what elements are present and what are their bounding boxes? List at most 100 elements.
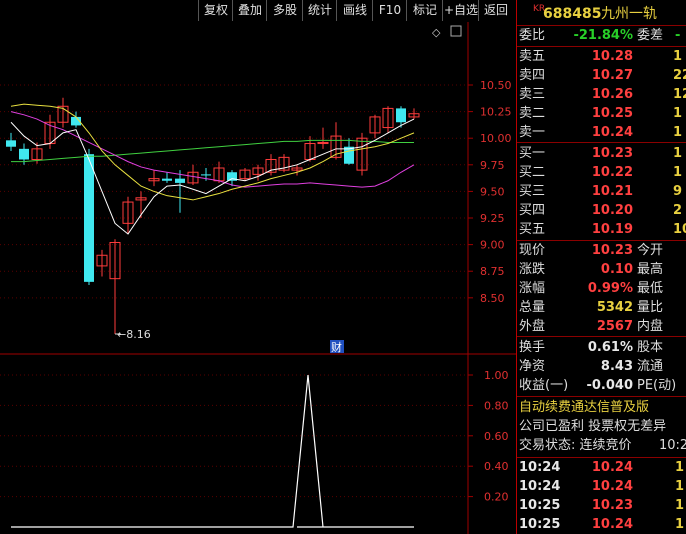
order-ratio-row: 委比 -21.84% 委差 - — [517, 27, 686, 45]
quote-label-2: 最低 — [637, 281, 664, 296]
level-label: 买三 — [519, 184, 546, 199]
toolbar-button-2[interactable]: 多股 — [266, 0, 303, 21]
quote-value: 10.23 — [591, 243, 633, 258]
sub-y-tick-label: 1.00 — [484, 369, 509, 382]
ask-row[interactable]: 卖一 10.24 1 — [517, 124, 686, 142]
level-volume: 22 — [673, 68, 686, 83]
level-price: 10.24 — [591, 125, 633, 140]
finance-label: 净资 — [519, 359, 546, 374]
finance-row: 收益(一) -0.040 PE(动) — [517, 377, 686, 395]
ask-row[interactable]: 卖三 10.26 12 — [517, 86, 686, 104]
tick-price: 10.23 — [591, 498, 633, 513]
tick-price: 10.24 — [591, 460, 633, 475]
ask-row[interactable]: 卖五 10.28 1 — [517, 48, 686, 66]
level-price: 10.23 — [591, 146, 633, 161]
quote-value: 5342 — [596, 300, 633, 315]
candle-body — [19, 148, 29, 160]
level-price: 10.21 — [591, 184, 633, 199]
level-label: 买一 — [519, 146, 546, 161]
level-volume: 1 — [673, 106, 683, 121]
bid-row[interactable]: 买二 10.22 1 — [517, 164, 686, 182]
level-volume: 2 — [673, 203, 683, 218]
level-price: 10.26 — [591, 87, 633, 102]
tick-volume: 1 — [675, 498, 685, 513]
tick-price: 10.24 — [591, 479, 633, 494]
level-label: 卖二 — [519, 106, 546, 121]
toolbar-button-1[interactable]: 叠加 — [232, 0, 267, 21]
level-label: 买四 — [519, 203, 546, 218]
quote-value: 2567 — [596, 319, 633, 334]
toolbar-button-8[interactable]: 返回 — [478, 0, 513, 21]
quote-panel: KR 688485 九州一轨 委比 -21.84% 委差 - 卖五 10.28 1 卖… — [516, 0, 686, 534]
diff-label: 委差 — [637, 28, 664, 43]
ask-row[interactable]: 卖二 10.25 1 — [517, 105, 686, 123]
sub-y-tick-label: 0.80 — [484, 399, 509, 412]
notice-2[interactable]: 公司已盈利 投票权无差异 — [517, 418, 686, 436]
toolbar-button-7[interactable]: +自选 — [442, 0, 479, 21]
quote-row: 涨跌 0.10 最高 — [517, 261, 686, 279]
bid-row[interactable]: 买三 10.21 9 — [517, 183, 686, 201]
level-volume: 1 — [673, 165, 683, 180]
quote-label: 总量 — [519, 300, 546, 315]
level-label: 买二 — [519, 165, 546, 180]
level-price: 10.22 — [591, 165, 633, 180]
chart-toolbar: 复权 叠加 多股 统计 画线 F10 标记 +自选 返回 — [0, 0, 516, 22]
y-tick-label: 9.75 — [480, 159, 505, 172]
y-tick-label: 8.50 — [480, 292, 505, 305]
finance-row: 净资 8.43 流通 — [517, 358, 686, 376]
quote-label-2: 最高 — [637, 262, 664, 277]
level-volume: 9 — [673, 184, 683, 199]
finance-value: 0.61% — [587, 340, 633, 355]
candle-body — [6, 140, 16, 147]
tick-row: 10:25 10.23 1 — [517, 497, 686, 515]
diff-value: - — [675, 28, 681, 43]
toolbar-button-4[interactable]: 画线 — [336, 0, 373, 21]
finance-label-2: 流通 — [637, 359, 664, 374]
tick-volume: 1 — [675, 517, 685, 532]
stock-header: KR 688485 九州一轨 — [517, 3, 686, 23]
level-price: 10.27 — [591, 68, 633, 83]
level-label: 卖一 — [519, 125, 546, 140]
toolbar-button-3[interactable]: 统计 — [302, 0, 337, 21]
tick-time: 10:25 — [519, 517, 561, 532]
quote-label-2: 内盘 — [637, 319, 664, 334]
y-tick-label: 10.50 — [480, 79, 512, 92]
bid-row[interactable]: 买五 10.19 10 — [517, 221, 686, 239]
bid-row[interactable]: 买一 10.23 1 — [517, 145, 686, 163]
candle-body — [162, 178, 172, 181]
quote-row: 现价 10.23 今开 — [517, 242, 686, 260]
level-price: 10.19 — [591, 222, 633, 237]
tick-volume: 1 — [675, 460, 685, 475]
finance-value: 8.43 — [600, 359, 633, 374]
quote-label-2: 量比 — [637, 300, 664, 315]
stock-name: 九州一轨 — [601, 6, 657, 22]
level-price: 10.20 — [591, 203, 633, 218]
y-tick-label: 9.00 — [480, 239, 505, 252]
quote-row: 总量 5342 量比 — [517, 299, 686, 317]
kline-chart[interactable]: 8.50 8.75 9.00 9.25 9.50 9.75 10.00 10.25 10.50 ←… — [0, 22, 516, 534]
level-label: 买五 — [519, 222, 546, 237]
toolbar-button-0[interactable]: 复权 — [198, 0, 233, 21]
trade-status-text: 交易状态: 连续竞价 — [519, 438, 632, 453]
sub-indicator-line — [11, 374, 414, 528]
tick-price: 10.24 — [591, 517, 633, 532]
low-marker-label: ←8.16 — [117, 328, 151, 341]
bid-row[interactable]: 买四 10.20 2 — [517, 202, 686, 220]
finance-label: 收益(一) — [519, 378, 569, 393]
notice-1[interactable]: 自动续费通达信普及版 — [517, 399, 686, 417]
ratio-label: 委比 — [519, 28, 546, 43]
tick-row: 10:25 10.24 1 — [517, 516, 686, 534]
quote-row: 外盘 2567 内盘 — [517, 318, 686, 336]
sub-y-tick-label: 0.40 — [484, 460, 509, 473]
toolbar-button-5[interactable]: F10 — [372, 0, 407, 21]
ask-row[interactable]: 卖四 10.27 22 — [517, 67, 686, 85]
y-tick-label: 9.25 — [480, 212, 505, 225]
sub-y-tick-label: 0.60 — [484, 430, 509, 443]
settings-diamond-icon: ◇ — [432, 26, 441, 39]
quote-label: 涨幅 — [519, 281, 546, 296]
level-price: 10.28 — [591, 49, 633, 64]
level-label: 卖五 — [519, 49, 546, 64]
toolbar-button-6[interactable]: 标记 — [406, 0, 443, 21]
trade-status-time: 10:2 — [659, 438, 686, 453]
y-tick-label: 10.00 — [480, 132, 512, 145]
